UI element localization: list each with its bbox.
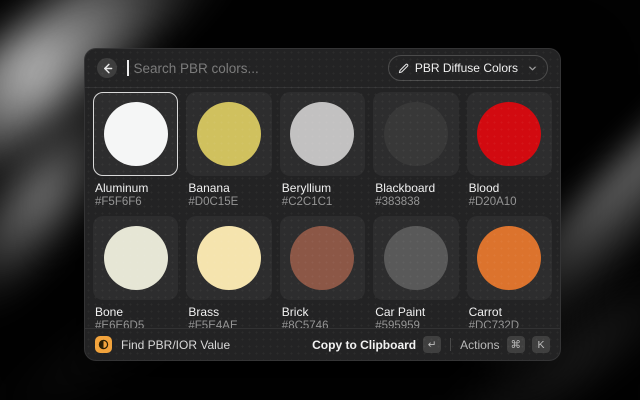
- color-tile: [93, 92, 178, 176]
- color-hex: #E6E6D5: [95, 320, 178, 328]
- color-cell[interactable]: Beryllium #C2C1C1: [280, 92, 365, 209]
- color-name: Brass: [188, 305, 271, 319]
- app-icon: [95, 336, 112, 353]
- color-cell[interactable]: Banana #D0C15E: [186, 92, 271, 209]
- launcher-window: PBR Diffuse Colors Aluminum #F5F6F6 Bana…: [84, 48, 561, 361]
- k-keycap[interactable]: K: [532, 336, 550, 353]
- color-tile: [373, 216, 458, 300]
- chevron-down-icon: [528, 64, 537, 73]
- color-tile: [280, 92, 365, 176]
- color-cell[interactable]: Bone #E6E6D5: [93, 216, 178, 328]
- color-cell[interactable]: Aluminum #F5F6F6: [93, 92, 178, 209]
- color-swatch: [477, 102, 541, 166]
- color-grid: Aluminum #F5F6F6 Banana #D0C15E Berylliu…: [85, 88, 560, 328]
- primary-action-label[interactable]: Copy to Clipboard: [312, 338, 416, 352]
- color-swatch: [104, 226, 168, 290]
- color-cell[interactable]: Brick #8C5746: [280, 216, 365, 328]
- color-swatch: [384, 226, 448, 290]
- command-title: Find PBR/IOR Value: [121, 338, 230, 352]
- color-cell[interactable]: Blood #D20A10: [467, 92, 552, 209]
- color-name: Bone: [95, 305, 178, 319]
- back-button[interactable]: [97, 58, 117, 78]
- color-swatch: [384, 102, 448, 166]
- color-name: Banana: [188, 181, 271, 195]
- color-name: Blood: [469, 181, 552, 195]
- color-tile: [373, 92, 458, 176]
- back-arrow-icon: [102, 63, 113, 74]
- color-tile: [93, 216, 178, 300]
- color-swatch: [477, 226, 541, 290]
- enter-keycap[interactable]: ↵: [423, 336, 441, 353]
- color-name: Carrot: [469, 305, 552, 319]
- color-hex: #F5F6F6: [95, 196, 178, 209]
- color-name: Car Paint: [375, 305, 458, 319]
- color-name: Brick: [282, 305, 365, 319]
- color-hex: #595959: [375, 320, 458, 328]
- search-bar: PBR Diffuse Colors: [85, 49, 560, 88]
- color-cell[interactable]: Brass #F5E4AE: [186, 216, 271, 328]
- color-hex: #F5E4AE: [188, 320, 271, 328]
- color-swatch: [197, 102, 261, 166]
- contrast-icon: [98, 339, 109, 350]
- color-swatch: [104, 102, 168, 166]
- collection-dropdown-label: PBR Diffuse Colors: [415, 61, 518, 75]
- color-hex: #383838: [375, 196, 458, 209]
- color-hex: #D0C15E: [188, 196, 271, 209]
- color-swatch: [290, 226, 354, 290]
- collection-dropdown[interactable]: PBR Diffuse Colors: [388, 55, 548, 81]
- color-hex: #8C5746: [282, 320, 365, 328]
- color-name: Blackboard: [375, 181, 458, 195]
- color-tile: [467, 216, 552, 300]
- color-swatch: [290, 102, 354, 166]
- color-tile: [186, 92, 271, 176]
- color-swatch: [197, 226, 261, 290]
- color-cell[interactable]: Carrot #DC732D: [467, 216, 552, 328]
- cmd-keycap[interactable]: ⌘: [507, 336, 526, 353]
- color-tile: [467, 92, 552, 176]
- pencil-icon: [398, 63, 409, 74]
- action-bar: Find PBR/IOR Value Copy to Clipboard ↵ A…: [85, 328, 560, 360]
- search-input[interactable]: [132, 60, 376, 77]
- color-hex: #DC732D: [469, 320, 552, 328]
- text-cursor: [127, 60, 129, 76]
- color-hex: #D20A10: [469, 196, 552, 209]
- color-hex: #C2C1C1: [282, 196, 365, 209]
- color-tile: [186, 216, 271, 300]
- color-name: Aluminum: [95, 181, 178, 195]
- color-name: Beryllium: [282, 181, 365, 195]
- color-tile: [280, 216, 365, 300]
- actions-menu-label[interactable]: Actions: [460, 338, 499, 352]
- color-cell[interactable]: Blackboard #383838: [373, 92, 458, 209]
- footer-divider: [450, 338, 451, 351]
- color-cell[interactable]: Car Paint #595959: [373, 216, 458, 328]
